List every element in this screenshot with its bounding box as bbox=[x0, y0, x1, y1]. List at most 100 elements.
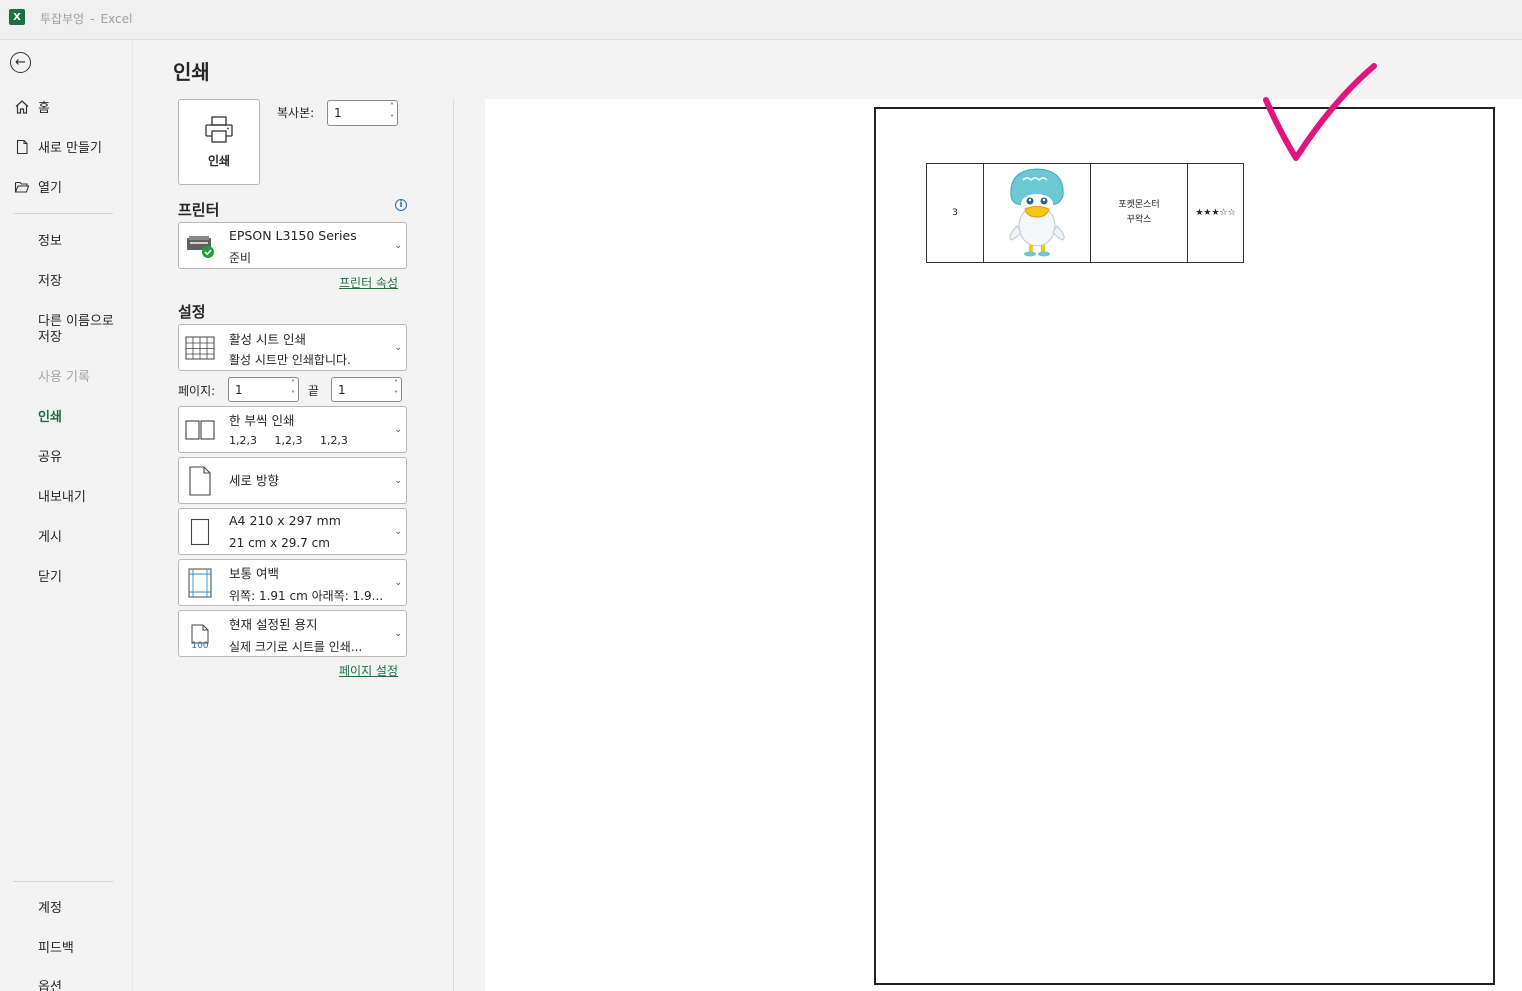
excel-logo-icon: X bbox=[9, 9, 29, 25]
home-icon bbox=[13, 98, 31, 116]
scaling-icon-text: 100 bbox=[191, 640, 209, 651]
margins-select[interactable]: 보통 여백 위쪽: 1.91 cm 아래쪽: 1.9... ⌄ bbox=[178, 559, 407, 606]
pages-from-arrows[interactable]: ˄ ˅ bbox=[291, 379, 295, 400]
print-button-label: 인쇄 bbox=[207, 153, 231, 168]
collate-title: 한 부씩 인쇄 bbox=[229, 413, 295, 428]
collate-select[interactable]: 한 부씩 인쇄 1,2,3 1,2,3 1,2,3 ⌄ bbox=[178, 406, 407, 453]
print-scope-select[interactable]: 활성 시트 인쇄 활성 시트만 인쇄합니다. ⌄ bbox=[178, 324, 407, 371]
copies-arrows[interactable]: ˄ ˅ bbox=[390, 102, 394, 124]
actual-size-icon: 100 bbox=[185, 619, 215, 651]
printer-properties-link[interactable]: 프린터 속성 bbox=[339, 274, 398, 291]
nav-print[interactable]: 인쇄 bbox=[38, 410, 62, 426]
spin-down-icon[interactable]: ˅ bbox=[394, 390, 398, 400]
nav-home-label: 홈 bbox=[38, 101, 50, 116]
pages-to-value: 1 bbox=[338, 382, 346, 397]
nav-feedback[interactable]: 피드백 bbox=[38, 941, 74, 957]
paper-size-select[interactable]: A4 210 x 297 mm 21 cm x 29.7 cm ⌄ bbox=[178, 508, 407, 555]
nav-save-as-line1: 다른 이름으로 bbox=[38, 314, 114, 329]
name-cell: 포켓몬스터 꾸왁스 bbox=[1090, 163, 1188, 263]
nav-history[interactable]: 사용 기록 bbox=[38, 370, 90, 386]
duck-character-image bbox=[1009, 167, 1065, 256]
page-setup-link[interactable]: 페이지 설정 bbox=[339, 662, 398, 679]
name-line2: 꾸왁스 bbox=[1126, 215, 1152, 225]
spin-down-icon[interactable]: ˅ bbox=[291, 390, 295, 400]
page-title: 인쇄 bbox=[173, 60, 210, 84]
printer-select[interactable]: EPSON L3150 Series 준비 ⌄ bbox=[178, 222, 407, 269]
spin-up-icon[interactable]: ˄ bbox=[291, 379, 295, 389]
margins-desc: 위쪽: 1.91 cm 아래쪽: 1.9... bbox=[229, 589, 384, 603]
nav-info[interactable]: 정보 bbox=[38, 234, 62, 250]
pages-label: 페이지: bbox=[178, 384, 216, 398]
nav-export[interactable]: 내보내기 bbox=[38, 490, 86, 506]
printer-device-icon bbox=[185, 231, 215, 261]
nav-new[interactable]: 새로 만들기 bbox=[13, 137, 102, 156]
pages-to-label: 끝 bbox=[308, 384, 320, 398]
paper-size-desc: 21 cm x 29.7 cm bbox=[229, 536, 330, 550]
document-name: 투잡부엉 bbox=[40, 12, 85, 26]
scaling-desc: 실제 크기로 시트를 인쇄... bbox=[229, 640, 363, 654]
checkmark-icon bbox=[1263, 63, 1377, 161]
chevron-down-icon: ⌄ bbox=[394, 342, 402, 353]
pages-from-spinner[interactable]: 1 ˄ ˅ bbox=[228, 377, 299, 402]
paper-size-icon bbox=[185, 517, 215, 547]
print-button[interactable]: 인쇄 bbox=[178, 99, 260, 185]
nav-divider bbox=[13, 213, 113, 214]
paper-size-title: A4 210 x 297 mm bbox=[229, 513, 341, 528]
nav-save-as[interactable]: 다른 이름으로 저장 bbox=[38, 314, 114, 346]
nav-account[interactable]: 계정 bbox=[38, 901, 62, 917]
sheet-grid-icon bbox=[185, 333, 215, 363]
nav-open-label: 열기 bbox=[38, 181, 62, 196]
collate-icon bbox=[185, 415, 215, 445]
row-number-cell: 3 bbox=[926, 163, 984, 263]
preview-table: 3 포켓몬스터 꾸왁스 ★★★☆☆ bbox=[926, 163, 1244, 263]
copies-label: 복사본: bbox=[277, 106, 315, 120]
chevron-down-icon: ⌄ bbox=[394, 475, 402, 486]
portrait-page-icon bbox=[185, 465, 215, 496]
pages-to-spinner[interactable]: 1 ˄ ˅ bbox=[331, 377, 402, 402]
printer-icon bbox=[204, 115, 234, 148]
title-separator: - bbox=[90, 12, 95, 26]
chevron-down-icon: ⌄ bbox=[394, 424, 402, 435]
app-name: Excel bbox=[100, 12, 133, 26]
nav-share[interactable]: 공유 bbox=[38, 450, 62, 466]
printer-name: EPSON L3150 Series bbox=[229, 228, 357, 243]
copies-spinner[interactable]: 1 ˄ ˅ bbox=[327, 100, 398, 126]
chevron-down-icon: ⌄ bbox=[394, 526, 402, 537]
nav-save[interactable]: 저장 bbox=[38, 274, 62, 290]
nav-divider-bottom bbox=[13, 881, 113, 882]
copies-value: 1 bbox=[334, 106, 342, 120]
image-cell bbox=[983, 163, 1091, 263]
nav-options[interactable]: 옵션 bbox=[38, 980, 62, 991]
chevron-down-icon: ⌄ bbox=[394, 240, 402, 251]
panel-divider bbox=[453, 99, 454, 991]
scaling-select[interactable]: 100 현재 설정된 용지 실제 크기로 시트를 인쇄... ⌄ bbox=[178, 610, 407, 657]
table-row: 3 포켓몬스터 꾸왁스 ★★★☆☆ bbox=[926, 163, 1244, 263]
printer-heading: 프린터 bbox=[178, 201, 220, 219]
print-scope-title: 활성 시트 인쇄 bbox=[229, 332, 306, 347]
orientation-title: 세로 방향 bbox=[229, 473, 279, 488]
new-file-icon bbox=[13, 138, 31, 156]
settings-heading: 설정 bbox=[178, 303, 206, 321]
pages-to-arrows[interactable]: ˄ ˅ bbox=[394, 379, 398, 400]
pages-from-value: 1 bbox=[235, 382, 243, 397]
nav-home[interactable]: 홈 bbox=[13, 97, 50, 116]
chevron-down-icon: ⌄ bbox=[394, 577, 402, 588]
back-arrow-icon[interactable]: ← bbox=[10, 52, 31, 73]
chevron-down-icon: ⌄ bbox=[394, 628, 402, 639]
nav-new-label: 새로 만들기 bbox=[38, 141, 102, 156]
spin-down-icon[interactable]: ˅ bbox=[390, 114, 394, 124]
spin-up-icon[interactable]: ˄ bbox=[390, 102, 394, 112]
nav-open[interactable]: 열기 bbox=[13, 177, 62, 196]
rating-cell: ★★★☆☆ bbox=[1187, 163, 1244, 263]
print-scope-desc: 활성 시트만 인쇄합니다. bbox=[229, 353, 351, 367]
printer-status: 준비 bbox=[229, 251, 252, 265]
margins-title: 보통 여백 bbox=[229, 566, 279, 581]
info-icon[interactable]: i bbox=[395, 199, 407, 211]
nav-close[interactable]: 닫기 bbox=[38, 570, 62, 586]
spin-up-icon[interactable]: ˄ bbox=[394, 379, 398, 389]
nav-publish[interactable]: 게시 bbox=[38, 530, 62, 546]
orientation-select[interactable]: 세로 방향 ⌄ bbox=[178, 457, 407, 504]
name-line1: 포켓몬스터 bbox=[1118, 200, 1160, 210]
scaling-title: 현재 설정된 용지 bbox=[229, 617, 318, 632]
title-bar: X 투잡부엉 - Excel bbox=[0, 0, 1522, 40]
